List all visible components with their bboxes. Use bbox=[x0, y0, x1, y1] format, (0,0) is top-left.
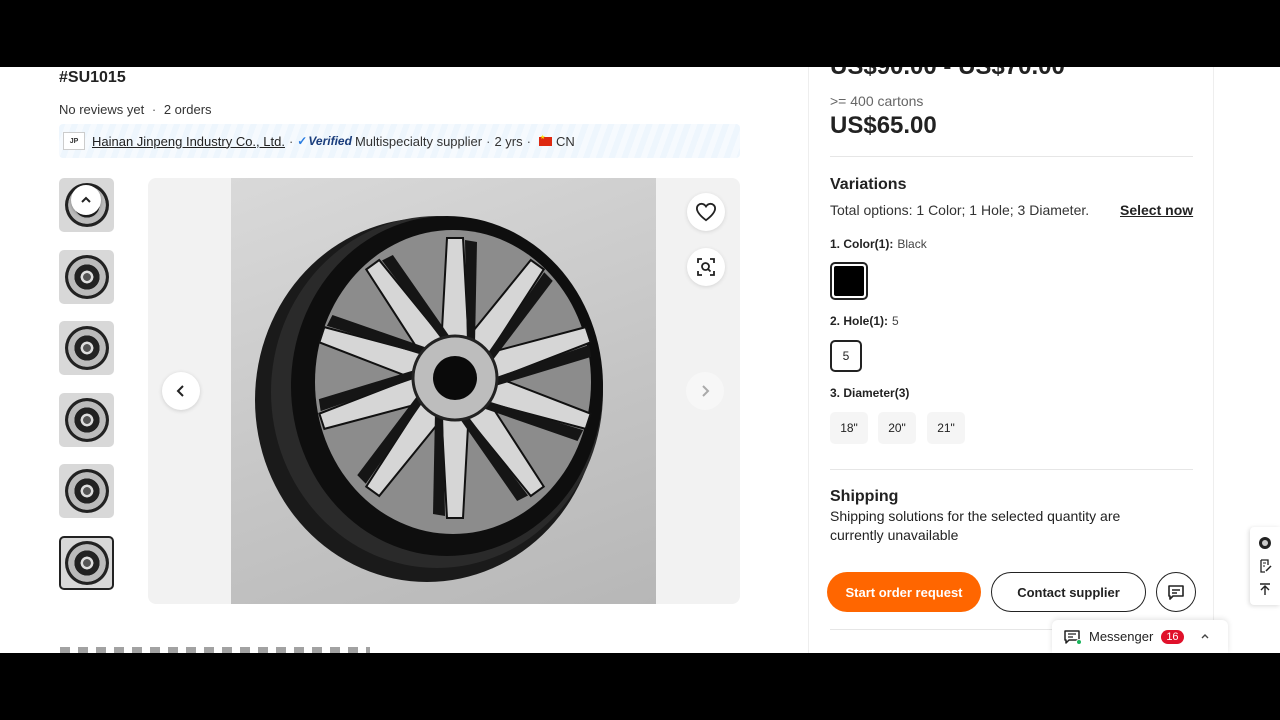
thumbnail-5[interactable] bbox=[59, 464, 114, 518]
diameter-option-20[interactable]: 20" bbox=[878, 412, 916, 444]
variations-title: Variations bbox=[830, 176, 907, 193]
hole-option-5[interactable]: 5 bbox=[830, 340, 862, 372]
edit-request-icon[interactable] bbox=[1258, 559, 1272, 573]
divider bbox=[830, 156, 1193, 157]
contact-supplier-button[interactable]: Contact supplier bbox=[991, 572, 1146, 612]
supplier-years: 2 yrs bbox=[494, 133, 523, 149]
unread-count-badge: 16 bbox=[1161, 629, 1184, 644]
thumbnail-2[interactable] bbox=[59, 249, 114, 304]
chat-icon bbox=[1168, 585, 1184, 600]
heart-icon bbox=[695, 202, 717, 222]
image-search-icon bbox=[697, 258, 715, 276]
chevron-right-icon bbox=[702, 385, 710, 397]
messenger-widget[interactable]: Messenger 16 bbox=[1052, 620, 1228, 653]
cut-off-section-heading bbox=[60, 647, 370, 653]
page-viewport: #SU1015 No reviews yet · 2 orders JP Hai… bbox=[0, 67, 1280, 653]
variations-summary-label: Total options: bbox=[830, 202, 913, 218]
supplier-type: Multispecialty supplier bbox=[354, 133, 483, 149]
chevron-up-icon[interactable] bbox=[71, 185, 101, 215]
diameter-option-21[interactable]: 21" bbox=[927, 412, 965, 444]
previous-image-button[interactable] bbox=[162, 372, 200, 410]
messenger-label: Messenger bbox=[1089, 629, 1154, 644]
hole-value: 5 bbox=[892, 314, 899, 328]
separator: · bbox=[288, 133, 294, 149]
supplier-bar: JP Hainan Jinpeng Industry Co., Ltd. · ✓… bbox=[59, 124, 740, 158]
main-image-viewer bbox=[148, 178, 740, 604]
price-tier-value: US$65.00 bbox=[830, 112, 937, 139]
thumbnail-1[interactable] bbox=[59, 178, 114, 232]
wheel-thumbnail-image bbox=[64, 540, 109, 585]
separator: · bbox=[526, 133, 531, 149]
product-main-photo bbox=[231, 178, 656, 604]
next-image-button[interactable] bbox=[686, 372, 724, 410]
color-attribute-label: 1. Color(1): Black bbox=[830, 237, 927, 251]
chat-button[interactable] bbox=[1156, 572, 1196, 612]
favorite-button[interactable] bbox=[687, 193, 725, 231]
supplier-logo: JP bbox=[63, 132, 85, 150]
color-label: 1. Color(1): bbox=[830, 237, 894, 251]
hole-label: 2. Hole(1): bbox=[830, 314, 889, 328]
color-swatch-black[interactable] bbox=[830, 262, 868, 300]
diameter-option-18[interactable]: 18" bbox=[830, 412, 868, 444]
image-search-button[interactable] bbox=[687, 248, 725, 286]
messenger-icon bbox=[1064, 629, 1082, 645]
orders-text: 2 orders bbox=[163, 102, 212, 117]
verified-badge[interactable]: ✓ Verified bbox=[297, 134, 352, 148]
product-id: #SU1015 bbox=[59, 69, 126, 86]
color-value: Black bbox=[897, 237, 927, 251]
wheel-thumbnail-image bbox=[64, 469, 109, 513]
price-range: US$90.00 - US$70.00 bbox=[830, 67, 1065, 81]
price-tier-label: >= 400 cartons bbox=[830, 93, 924, 109]
alloy-wheel-image bbox=[255, 216, 603, 582]
diameter-label: 3. Diameter(3) bbox=[830, 386, 910, 400]
chevron-left-icon bbox=[176, 385, 184, 397]
online-status-dot bbox=[1076, 639, 1082, 645]
supplier-country: CN bbox=[555, 133, 575, 149]
variations-summary-value: 1 Color; 1 Hole; 3 Diameter. bbox=[916, 202, 1090, 218]
thumbnail-list bbox=[59, 178, 114, 607]
meta-separator: · bbox=[151, 102, 157, 117]
chevron-up-icon[interactable] bbox=[1200, 631, 1210, 643]
thumbnail-3[interactable] bbox=[59, 321, 114, 375]
purchase-panel: US$90.00 - US$70.00 >= 400 cartons US$65… bbox=[808, 67, 1214, 653]
china-flag-icon bbox=[538, 134, 552, 146]
thumbnail-6[interactable] bbox=[59, 535, 114, 590]
wheel-thumbnail-image bbox=[64, 397, 109, 442]
verified-label: Verified bbox=[308, 134, 352, 148]
shipping-text: Shipping solutions for the selected quan… bbox=[830, 508, 1121, 543]
product-meta: No reviews yet · 2 orders bbox=[59, 102, 212, 117]
separator: · bbox=[486, 133, 491, 149]
black-swatch-fill bbox=[834, 266, 864, 296]
wheel-thumbnail-image bbox=[64, 326, 109, 370]
reviews-text: No reviews yet bbox=[59, 102, 145, 117]
select-now-link[interactable]: Select now bbox=[1120, 202, 1193, 218]
verified-check-icon: ✓ bbox=[297, 134, 308, 148]
start-order-button[interactable]: Start order request bbox=[827, 572, 981, 612]
thumbnail-4[interactable] bbox=[59, 392, 114, 447]
variations-summary: Total options: 1 Color; 1 Hole; 3 Diamet… bbox=[830, 202, 1089, 218]
divider bbox=[830, 469, 1193, 470]
shipping-title: Shipping bbox=[830, 488, 899, 505]
wheel-thumbnail-image bbox=[64, 254, 109, 299]
hole-attribute-label: 2. Hole(1): 5 bbox=[830, 314, 899, 328]
supplier-name-link[interactable]: Hainan Jinpeng Industry Co., Ltd. bbox=[92, 134, 285, 149]
wheel-avatar-icon[interactable] bbox=[1258, 536, 1272, 550]
side-toolbar bbox=[1250, 527, 1280, 605]
back-to-top-icon[interactable] bbox=[1258, 582, 1272, 596]
